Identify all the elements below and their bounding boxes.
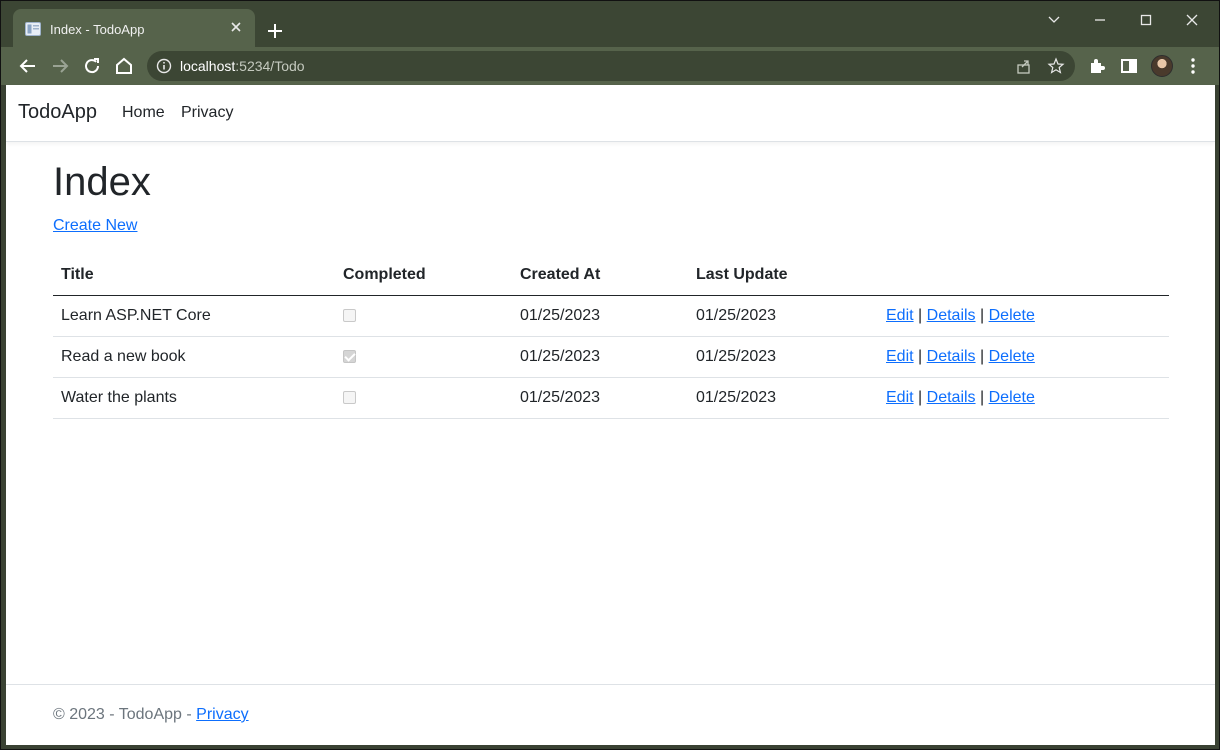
row-actions: Edit | Details | Delete [878,295,1169,337]
bookmark-star-icon[interactable] [1047,57,1065,75]
tab-strip: Index - TodoApp [1,1,1219,47]
last-update: 01/25/2023 [688,295,878,337]
column-header-completed: Completed [335,255,512,296]
navbar-brand[interactable]: TodoApp [18,101,97,124]
address-bar[interactable]: localhost:5234/Todo [147,51,1075,81]
created-at: 01/25/2023 [512,295,688,337]
close-tab-icon[interactable] [227,18,245,36]
side-panel-icon[interactable] [1119,56,1139,76]
column-header-actions [878,255,1169,296]
column-header-last-update: Last Update [688,255,878,296]
maximize-icon[interactable] [1134,9,1158,31]
completed-checkbox [343,308,356,322]
edit-link[interactable]: Edit [886,389,914,406]
tab-title: Index - TodoApp [50,22,145,37]
table-row: Water the plants 01/25/2023 01/25/2023 E… [53,377,1169,419]
nav-link-privacy[interactable]: Privacy [181,104,233,122]
page-title: Index [53,160,151,204]
more-menu-icon[interactable] [1183,56,1203,76]
tab-search-icon[interactable] [1042,9,1066,31]
action-separator: | [980,388,985,406]
last-update: 01/25/2023 [688,377,878,419]
action-separator: | [980,306,985,324]
delete-link[interactable]: Delete [989,389,1035,406]
site-info-icon[interactable] [156,58,172,74]
completed-checkbox [343,349,356,363]
footer-privacy-link[interactable]: Privacy [196,706,248,723]
page-viewport: TodoApp Home Privacy Index Create New Ti… [6,85,1215,745]
action-separator: | [918,306,923,324]
last-update: 01/25/2023 [688,336,878,378]
page-favicon-icon [25,22,41,36]
url-text[interactable]: localhost:5234/Todo [180,58,305,74]
new-tab-icon[interactable] [264,20,286,42]
back-arrow-icon[interactable] [17,55,39,77]
todo-title: Learn ASP.NET Core [53,295,335,337]
row-actions: Edit | Details | Delete [878,336,1169,378]
details-link[interactable]: Details [927,307,976,324]
extensions-puzzle-icon[interactable] [1087,56,1107,76]
action-separator: | [918,388,923,406]
column-header-created-at: Created At [512,255,688,296]
url-path: :5234/Todo [235,58,305,74]
reload-icon[interactable] [81,55,103,77]
table-row: Learn ASP.NET Core 01/25/2023 01/25/2023… [53,295,1169,337]
edit-link[interactable]: Edit [886,348,914,365]
row-actions: Edit | Details | Delete [878,377,1169,419]
create-new-link[interactable]: Create New [53,217,137,235]
table-header-row: Title Completed Created At Last Update [53,255,1169,296]
completed-cell [335,295,512,337]
todo-title: Read a new book [53,336,335,378]
site-navbar: TodoApp Home Privacy [6,85,1215,142]
close-window-icon[interactable] [1180,9,1204,31]
completed-cell [335,377,512,419]
todo-title: Water the plants [53,377,335,419]
profile-avatar[interactable] [1151,55,1173,77]
footer-text: © 2023 - TodoApp - Privacy [53,706,249,724]
copyright-text: © 2023 - TodoApp - [53,706,197,723]
edit-link[interactable]: Edit [886,307,914,324]
minimize-icon[interactable] [1088,9,1112,31]
table-row: Read a new book 01/25/2023 01/25/2023 Ed… [53,336,1169,378]
completed-checkbox [343,390,356,404]
nav-link-home[interactable]: Home [122,104,165,122]
details-link[interactable]: Details [927,348,976,365]
created-at: 01/25/2023 [512,377,688,419]
completed-cell [335,336,512,378]
delete-link[interactable]: Delete [989,307,1035,324]
column-header-title: Title [53,255,335,296]
home-icon[interactable] [113,55,135,77]
action-separator: | [918,347,923,365]
todo-table: Title Completed Created At Last Update L… [53,255,1169,419]
browser-toolbar: localhost:5234/Todo [1,47,1219,85]
url-host: localhost [180,58,236,74]
created-at: 01/25/2023 [512,336,688,378]
action-separator: | [980,347,985,365]
browser-window: Index - TodoApp localhost:5234/Todo Todo… [0,0,1220,750]
forward-arrow-icon[interactable] [49,55,71,77]
delete-link[interactable]: Delete [989,348,1035,365]
share-icon[interactable] [1015,57,1033,75]
browser-tab[interactable]: Index - TodoApp [13,9,255,47]
page-footer: © 2023 - TodoApp - Privacy [6,684,1215,745]
details-link[interactable]: Details [927,389,976,406]
